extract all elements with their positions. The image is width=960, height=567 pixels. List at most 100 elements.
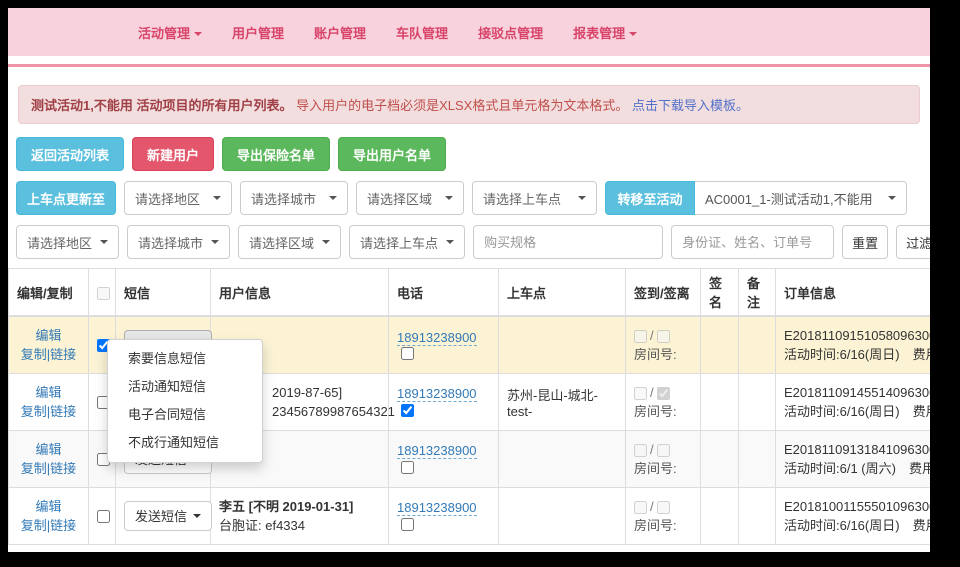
sign-separator: / [650, 442, 654, 457]
sign-in-checkbox [634, 330, 647, 343]
select-all-checkbox[interactable] [97, 287, 110, 300]
pickup-point-select[interactable]: 请选择上车点 [472, 181, 597, 215]
copy-link[interactable]: 复制|链接 [21, 461, 76, 476]
caret-down-icon [194, 32, 202, 36]
download-template-link[interactable]: 点击下载导入模板。 [632, 98, 749, 113]
room-number-label: 房间号: [634, 402, 692, 421]
city-filter-select[interactable]: 请选择城市 [127, 225, 230, 259]
phone-link[interactable]: 18913238900 [397, 330, 477, 346]
export-user-list-button[interactable]: 导出用户名单 [338, 137, 446, 171]
select-value: 请选择城市 [251, 189, 316, 208]
phone-link[interactable]: 18913238900 [397, 386, 477, 402]
menu-item-request-info-sms[interactable]: 索要信息短信 [108, 345, 262, 373]
update-pickup-point-button[interactable]: 上车点更新至 [16, 181, 116, 215]
nav-account-management[interactable]: 账户管理 [314, 23, 366, 42]
row-checkbox[interactable] [97, 510, 110, 523]
alert-banner: 测试活动1,不能用 活动项目的所有用户列表。 导入用户的电子档必须是XLSX格式… [18, 85, 920, 124]
target-activity-select[interactable]: AC0001_1-测试活动1,不能用 [695, 181, 907, 215]
district-select[interactable]: 请选择区域 [356, 181, 464, 215]
pickup-point-cell [499, 316, 626, 373]
nav-label: 报表管理 [573, 26, 625, 41]
signature-cell [701, 316, 739, 373]
city-select[interactable]: 请选择城市 [240, 181, 348, 215]
caret-down-icon [629, 32, 637, 36]
sign-in-checkbox [634, 387, 647, 400]
nav-report-management[interactable]: 报表管理 [573, 23, 637, 42]
phone-checkbox[interactable] [401, 347, 414, 360]
copy-link[interactable]: 复制|链接 [21, 518, 76, 533]
copy-link[interactable]: 复制|链接 [21, 404, 76, 419]
table-header-row: 编辑/复制 短信 用户信息 电话 上车点 签到/签离 签名 备注 订单信息 [9, 269, 931, 317]
action-button-row: 返回活动列表 新建用户 导出保险名单 导出用户名单 [16, 137, 922, 171]
new-user-button[interactable]: 新建用户 [132, 137, 214, 171]
caret-down-icon [329, 196, 337, 200]
back-to-activity-list-button[interactable]: 返回活动列表 [16, 137, 124, 171]
nav-label: 用户管理 [232, 26, 284, 41]
transfer-to-activity-group: 转移至活动 AC0001_1-测试活动1,不能用 [605, 181, 907, 215]
district-filter-select[interactable]: 请选择区域 [238, 225, 341, 259]
alert-title: 测试活动1,不能用 活动项目的所有用户列表。 [31, 98, 292, 113]
phone-link[interactable]: 18913238900 [397, 443, 477, 459]
phone-link[interactable]: 18913238900 [397, 500, 477, 516]
sign-in-checkbox [634, 501, 647, 514]
pickup-point-filter-select[interactable]: 请选择上车点 [349, 225, 465, 259]
edit-link[interactable]: 编辑 [35, 442, 61, 457]
room-number-label: 房间号: [634, 459, 692, 478]
header-sign-in-out: 签到/签离 [626, 269, 701, 317]
purchase-spec-input[interactable] [473, 225, 663, 259]
filter-button[interactable]: 过滤 [896, 225, 930, 259]
menu-item-activity-notice-sms[interactable]: 活动通知短信 [108, 373, 262, 401]
nav-activity-management[interactable]: 活动管理 [138, 23, 202, 42]
select-value: 请选择上车点 [483, 189, 561, 208]
order-activity-time: 活动时间:6/16(周日) 费用类型 [784, 516, 930, 535]
select-value: 请选择上车点 [360, 233, 438, 252]
sms-dropdown-menu: 索要信息短信 活动通知短信 电子合同短信 不成行通知短信 [107, 339, 263, 463]
nav-user-management[interactable]: 用户管理 [232, 23, 284, 42]
top-navbar: 活动管理 用户管理 账户管理 车队管理 接驳点管理 报表管理 [8, 8, 930, 56]
transfer-to-activity-button[interactable]: 转移至活动 [605, 181, 695, 215]
pickup-point-cell [499, 430, 626, 487]
search-input[interactable] [671, 225, 834, 259]
signature-cell [701, 487, 739, 544]
select-value: AC0001_1-测试活动1,不能用 [705, 189, 873, 208]
select-value: 请选择地区 [135, 189, 200, 208]
header-phone: 电话 [389, 269, 499, 317]
export-insurance-list-button[interactable]: 导出保险名单 [222, 137, 330, 171]
edit-link[interactable]: 编辑 [35, 499, 61, 514]
nav-pickup-point-management[interactable]: 接驳点管理 [478, 23, 543, 42]
nav-label: 账户管理 [314, 26, 366, 41]
user-id-document: 台胞证: ef4334 [219, 516, 380, 535]
edit-link[interactable]: 编辑 [35, 328, 61, 343]
menu-item-trip-cancel-notice-sms[interactable]: 不成行通知短信 [108, 429, 262, 457]
nav-fleet-management[interactable]: 车队管理 [396, 23, 448, 42]
menu-item-e-contract-sms[interactable]: 电子合同短信 [108, 401, 262, 429]
region-filter-select[interactable]: 请选择地区 [16, 225, 119, 259]
caret-down-icon [888, 196, 896, 200]
send-sms-label: 发送短信 [135, 506, 187, 525]
copy-link[interactable]: 复制|链接 [21, 347, 76, 362]
note-cell [739, 316, 776, 373]
select-value: 请选择地区 [27, 233, 92, 252]
header-order-info: 订单信息 [776, 269, 931, 317]
note-cell [739, 373, 776, 430]
region-select[interactable]: 请选择地区 [124, 181, 232, 215]
phone-checkbox[interactable] [401, 461, 414, 474]
order-number: E201811091455140963000019 [784, 383, 930, 402]
phone-checkbox[interactable] [401, 518, 414, 531]
table-row: 编辑 复制|链接 发送短信 李五 [不明 2019-01-31] 台胞证: ef… [9, 487, 931, 544]
reset-button[interactable]: 重置 [842, 225, 888, 259]
header-pickup-point: 上车点 [499, 269, 626, 317]
navbar-divider [8, 64, 930, 67]
screenshot-frame: 活动管理 用户管理 账户管理 车队管理 接驳点管理 报表管理 测试活动1,不能用… [0, 0, 960, 567]
caret-down-icon [578, 196, 586, 200]
edit-link[interactable]: 编辑 [35, 385, 61, 400]
order-number: E201811091318410963000031 [784, 440, 930, 459]
caret-down-icon [213, 196, 221, 200]
header-note: 备注 [739, 269, 776, 317]
header-edit-copy: 编辑/复制 [9, 269, 89, 317]
sign-out-checkbox [657, 387, 670, 400]
sign-out-checkbox [657, 444, 670, 457]
caret-down-icon [211, 240, 219, 244]
send-sms-button[interactable]: 发送短信 [124, 501, 212, 531]
phone-checkbox[interactable] [401, 404, 414, 417]
